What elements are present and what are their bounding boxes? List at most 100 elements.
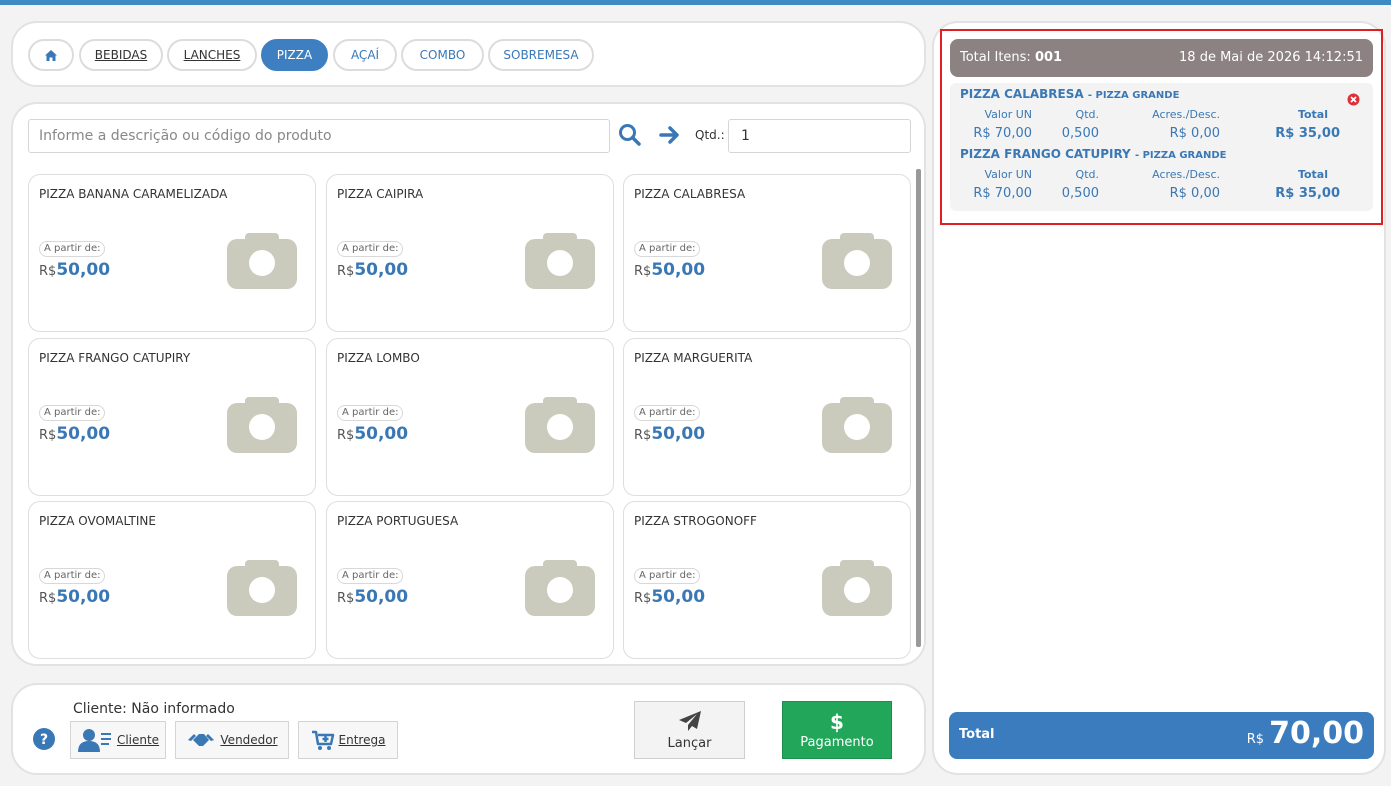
category-acai[interactable]: AÇAÍ — [333, 39, 397, 71]
qty-input[interactable] — [728, 119, 911, 153]
product-card[interactable]: PIZZA FRANGO CATUPIRY A partir de: R$50,00 — [28, 338, 316, 496]
handshake-icon — [188, 734, 215, 746]
product-card[interactable]: PIZZA LOMBO A partir de: R$50,00 — [326, 338, 614, 496]
search-input[interactable] — [28, 119, 610, 153]
col-total-header: Total — [1297, 168, 1328, 181]
camera-icon — [822, 397, 892, 453]
qty-label: Qtd.: — [695, 128, 725, 142]
cart-item-size: - PIZZA GRANDE — [1134, 150, 1227, 161]
product-card[interactable]: PIZZA PORTUGUESA A partir de: R$50,00 — [326, 501, 614, 659]
product-price: R$50,00 — [39, 587, 110, 607]
cart-add-icon — [311, 730, 334, 750]
product-card[interactable]: PIZZA STROGONOFF A partir de: R$50,00 — [623, 501, 911, 659]
camera-icon — [227, 397, 297, 453]
price-value: 50,00 — [354, 587, 409, 607]
cart-item-total: R$ 35,00 — [1275, 126, 1340, 141]
price-from-label: A partir de: — [634, 241, 701, 257]
arrow-right-icon — [659, 126, 679, 144]
product-price: R$50,00 — [337, 587, 408, 607]
product-card[interactable]: PIZZA OVOMALTINE A partir de: R$50,00 — [28, 501, 316, 659]
top-accent-bar — [0, 0, 1391, 5]
cart-item-unit: R$ 70,00 — [973, 126, 1032, 141]
category-bar: BEBIDAS LANCHES PIZZA AÇAÍ COMBO SOBREME… — [11, 21, 926, 87]
camera-icon — [525, 560, 595, 616]
col-adj-header: Acres./Desc. — [1152, 168, 1220, 181]
product-card[interactable]: PIZZA BANANA CARAMELIZADA A partir de: R$5… — [28, 174, 316, 332]
total-currency: R$ — [1246, 732, 1264, 747]
vendedor-button[interactable]: Vendedor — [175, 721, 289, 759]
price-from-label: A partir de: — [337, 241, 404, 257]
product-price: R$50,00 — [634, 587, 705, 607]
category-sobremesa[interactable]: SOBREMESA — [488, 39, 594, 71]
remove-item-button[interactable] — [1347, 91, 1360, 110]
remove-icon — [1347, 93, 1360, 106]
dollar-icon: $ — [830, 709, 844, 734]
pagamento-button[interactable]: $ Pagamento — [782, 701, 892, 759]
col-unit-header: Valor UN — [984, 108, 1033, 121]
camera-icon — [227, 233, 297, 289]
entrega-button[interactable]: Entrega — [298, 721, 398, 759]
cart-item-qty: 0,500 — [1061, 186, 1099, 201]
cart-item[interactable]: PIZZA FRANGO CATUPIRY - PIZZA GRANDE Val… — [950, 143, 1373, 203]
price-from-label: A partir de: — [39, 241, 106, 257]
product-name: PIZZA CAIPIRA — [337, 187, 424, 201]
category-lanches[interactable]: LANCHES — [167, 39, 257, 71]
product-price: R$50,00 — [39, 424, 110, 444]
cart-items-list: PIZZA CALABRESA - PIZZA GRANDE Valor UN … — [950, 83, 1373, 211]
price-currency: R$ — [337, 591, 355, 606]
svg-text:?: ? — [40, 732, 48, 748]
product-name: PIZZA BANANA CARAMELIZADA — [39, 187, 228, 201]
price-currency: R$ — [634, 591, 652, 606]
search-button[interactable] — [618, 123, 642, 151]
total-items-label: Total Itens: — [960, 50, 1031, 65]
category-combo[interactable]: COMBO — [401, 39, 484, 71]
col-adj-header: Acres./Desc. — [1152, 108, 1220, 121]
product-name: PIZZA STROGONOFF — [634, 514, 757, 528]
product-name: PIZZA LOMBO — [337, 351, 420, 365]
price-currency: R$ — [39, 428, 57, 443]
cart-header: Total Itens: 001 18 de Mai de 2026 14:12… — [950, 39, 1373, 77]
total-items-value: 001 — [1034, 50, 1063, 65]
cart-item-title: PIZZA CALABRESA — [960, 87, 1084, 101]
cart-item-name: PIZZA FRANGO CATUPIRY - PIZZA GRANDE — [960, 147, 1227, 161]
total-amount: R$ 70,00 — [1247, 716, 1364, 751]
product-card[interactable]: PIZZA CAIPIRA A partir de: R$50,00 — [326, 174, 614, 332]
price-value: 50,00 — [651, 587, 706, 607]
help-button[interactable]: ? — [33, 728, 55, 754]
cliente-label: Cliente — [116, 733, 160, 747]
price-value: 50,00 — [56, 587, 111, 607]
cart-item-title: PIZZA FRANGO CATUPIRY — [960, 147, 1131, 161]
footer-panel: ? Cliente: Não informado Cliente Vendedo… — [11, 683, 926, 775]
cart-item[interactable]: PIZZA CALABRESA - PIZZA GRANDE Valor UN … — [950, 83, 1373, 143]
camera-icon — [227, 560, 297, 616]
cart-total-bar: Total R$ 70,00 — [949, 712, 1374, 759]
price-currency: R$ — [337, 264, 355, 279]
price-currency: R$ — [634, 428, 652, 443]
cart-datetime: 18 de Mai de 2026 14:12:51 — [1179, 50, 1363, 65]
camera-icon — [822, 233, 892, 289]
category-pizza[interactable]: PIZZA — [261, 39, 328, 71]
price-from-label: A partir de: — [634, 405, 701, 421]
pagamento-label: Pagamento — [800, 734, 874, 750]
camera-icon — [525, 233, 595, 289]
price-from-label: A partir de: — [39, 405, 106, 421]
paper-plane-icon — [678, 710, 701, 731]
lancar-label: Lançar — [667, 735, 712, 751]
total-label: Total — [959, 727, 995, 742]
scrollbar-thumb[interactable] — [916, 169, 921, 647]
add-arrow-button[interactable] — [659, 125, 681, 149]
product-card[interactable]: PIZZA CALABRESA A partir de: R$50,00 — [623, 174, 911, 332]
price-currency: R$ — [337, 428, 355, 443]
category-bebidas[interactable]: BEBIDAS — [79, 39, 163, 71]
price-value: 50,00 — [651, 260, 706, 280]
total-value: 70,00 — [1269, 716, 1364, 751]
price-value: 50,00 — [56, 424, 111, 444]
price-currency: R$ — [39, 591, 57, 606]
product-card[interactable]: PIZZA MARGUERITA A partir de: R$50,00 — [623, 338, 911, 496]
product-name: PIZZA FRANGO CATUPIRY — [39, 351, 191, 365]
vendedor-label: Vendedor — [220, 733, 278, 747]
cliente-button[interactable]: Cliente — [70, 721, 166, 759]
cart-items-highlight: Total Itens: 001 18 de Mai de 2026 14:12… — [940, 29, 1383, 225]
category-home-button[interactable] — [28, 39, 74, 71]
lancar-button[interactable]: Lançar — [634, 701, 745, 759]
